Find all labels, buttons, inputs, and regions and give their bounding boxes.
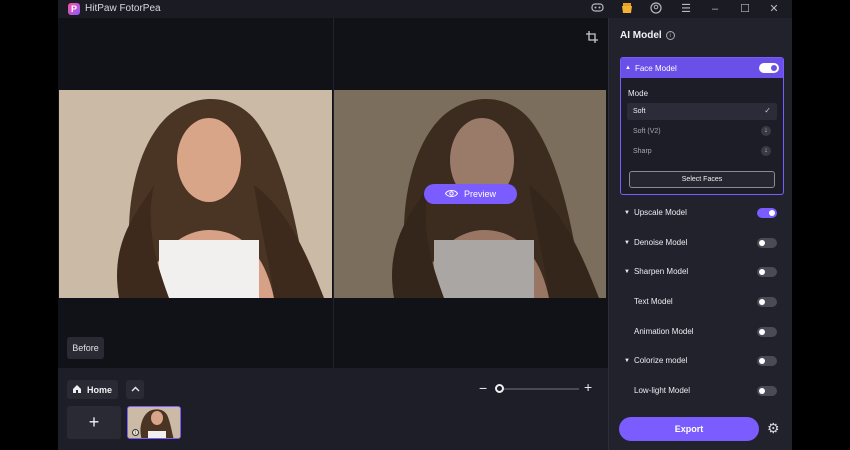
chevron-up-icon: ▲ bbox=[625, 65, 631, 71]
chevron-down-icon: ▼ bbox=[624, 357, 630, 364]
model-row-animation[interactable]: Animation Model bbox=[620, 325, 780, 339]
sharpen-model-toggle[interactable] bbox=[757, 267, 777, 277]
model-row-sharpen[interactable]: ▼ Sharpen Model bbox=[620, 265, 780, 279]
mode-option-soft-v2[interactable]: Soft (V2) ↓ bbox=[627, 123, 777, 140]
model-row-denoise[interactable]: ▼ Denoise Model bbox=[620, 236, 780, 250]
title-bar: P HitPaw FotorPea ☰ – ☐ ✕ bbox=[58, 0, 792, 18]
image-canvas: Preview Before bbox=[58, 18, 608, 368]
upscale-model-toggle[interactable] bbox=[757, 208, 777, 218]
mode-option-label: Soft bbox=[633, 108, 646, 115]
crop-icon[interactable] bbox=[585, 31, 599, 45]
home-icon bbox=[72, 384, 82, 396]
model-row-colorize[interactable]: ▼ Colorize model bbox=[620, 354, 780, 368]
model-label: Upscale Model bbox=[633, 208, 687, 217]
download-icon[interactable]: ↓ bbox=[761, 146, 771, 156]
mode-option-soft[interactable]: Soft ✓ bbox=[627, 103, 777, 120]
model-label: Denoise Model bbox=[633, 238, 688, 247]
preview-label: Preview bbox=[463, 189, 496, 199]
model-label: Low-light Model bbox=[634, 386, 691, 395]
zoom-in-button[interactable]: + bbox=[584, 380, 592, 394]
model-label: Text Model bbox=[634, 297, 673, 306]
mode-label: Mode bbox=[628, 89, 649, 98]
model-row-low-light[interactable]: Low-light Model bbox=[620, 384, 780, 398]
text-model-toggle[interactable] bbox=[757, 297, 777, 307]
select-faces-button[interactable]: Select Faces bbox=[629, 171, 775, 188]
shop-icon[interactable] bbox=[620, 2, 634, 16]
add-image-button[interactable]: + bbox=[67, 406, 121, 439]
chevron-down-icon: ▼ bbox=[624, 209, 630, 216]
checkmark-icon: ✓ bbox=[764, 106, 771, 115]
face-model-label: Face Model bbox=[634, 63, 677, 73]
face-model-section: ▲ Face Model Mode Soft ✓ Soft (V2) ↓ Sha… bbox=[620, 57, 784, 195]
chevron-down-icon: ▼ bbox=[624, 268, 630, 275]
before-image bbox=[59, 90, 332, 298]
before-button[interactable]: Before bbox=[67, 337, 104, 359]
close-icon[interactable]: ✕ bbox=[767, 2, 781, 16]
gear-icon[interactable]: ⚙ bbox=[767, 420, 780, 437]
info-icon[interactable]: i bbox=[665, 31, 675, 40]
model-row-upscale[interactable]: ▼ Upscale Model bbox=[620, 206, 780, 220]
menu-icon[interactable]: ☰ bbox=[679, 2, 693, 16]
account-icon[interactable] bbox=[649, 2, 663, 16]
home-label: Home bbox=[87, 384, 113, 395]
chevron-down-icon: ▼ bbox=[624, 239, 630, 246]
info-icon: i bbox=[132, 429, 139, 436]
zoom-slider-track[interactable] bbox=[499, 388, 579, 390]
denoise-model-toggle[interactable] bbox=[757, 238, 777, 248]
chevron-up-icon[interactable] bbox=[126, 380, 144, 399]
discord-icon[interactable] bbox=[590, 2, 604, 16]
model-row-text[interactable]: Text Model bbox=[620, 295, 780, 309]
mode-option-sharp[interactable]: Sharp ↓ bbox=[627, 143, 777, 160]
animation-model-toggle[interactable] bbox=[757, 327, 777, 337]
image-thumbnail[interactable]: i bbox=[127, 406, 181, 439]
download-icon[interactable]: ↓ bbox=[761, 126, 771, 136]
low-light-model-toggle[interactable] bbox=[757, 386, 777, 396]
face-model-header[interactable]: ▲ Face Model bbox=[621, 58, 783, 78]
model-label: Sharpen Model bbox=[633, 267, 689, 276]
minimize-icon[interactable]: – bbox=[708, 2, 722, 16]
mode-option-label: Soft (V2) bbox=[633, 128, 661, 135]
bottom-bar: Home − + + i bbox=[58, 368, 608, 450]
model-label: Animation Model bbox=[634, 327, 694, 336]
panel-title-label: AI Model bbox=[620, 30, 662, 41]
app-title: HitPaw FotorPea bbox=[85, 3, 161, 14]
maximize-icon[interactable]: ☐ bbox=[738, 2, 752, 16]
home-button[interactable]: Home bbox=[67, 380, 118, 399]
app-window: P HitPaw FotorPea ☰ – ☐ ✕ Preview Before… bbox=[58, 0, 792, 450]
face-model-toggle[interactable] bbox=[759, 63, 779, 73]
panel-title: AI Model i bbox=[620, 30, 675, 41]
zoom-out-button[interactable]: − bbox=[479, 381, 487, 395]
colorize-model-toggle[interactable] bbox=[757, 356, 777, 366]
model-label: Colorize model bbox=[633, 356, 688, 365]
mode-option-label: Sharp bbox=[633, 148, 652, 155]
preview-button[interactable]: Preview bbox=[424, 184, 517, 204]
eye-icon bbox=[444, 189, 459, 200]
app-logo: P bbox=[68, 3, 80, 15]
export-button[interactable]: Export bbox=[619, 417, 759, 441]
ai-model-panel: AI Model i ▲ Face Model Mode Soft ✓ Soft… bbox=[608, 18, 792, 450]
zoom-slider-handle[interactable] bbox=[495, 384, 504, 393]
